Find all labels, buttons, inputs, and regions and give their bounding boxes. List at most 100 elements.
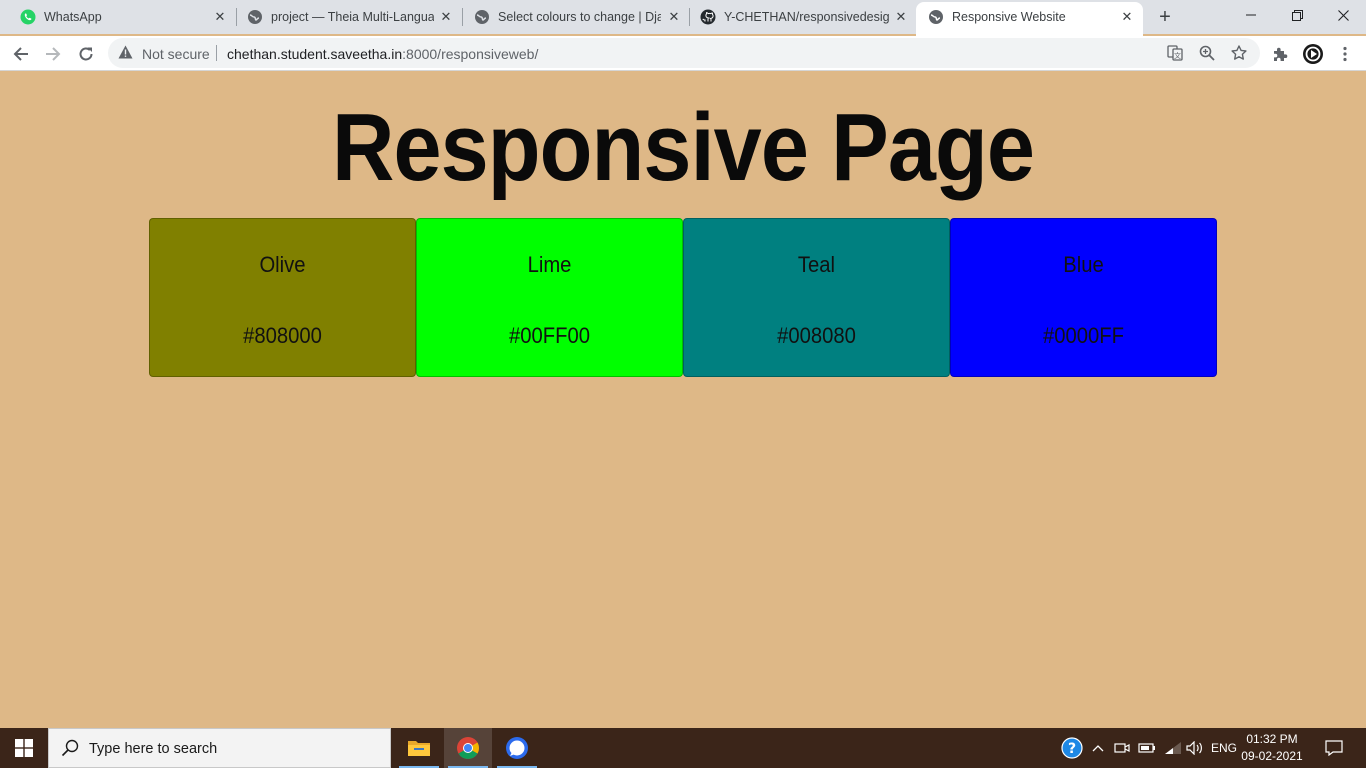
- close-icon[interactable]: ✕: [665, 8, 683, 26]
- help-icon: ?: [1061, 737, 1083, 759]
- swatch-hex: #808000: [243, 323, 322, 348]
- folder-icon: [408, 741, 430, 756]
- signal-taskbar-button[interactable]: [493, 728, 541, 768]
- menu-button[interactable]: [1331, 40, 1359, 68]
- swatch-hex: #00FF00: [508, 323, 591, 348]
- volume-button[interactable]: [1184, 728, 1206, 768]
- url-path: :8000/responsiveweb/: [402, 46, 539, 62]
- reload-icon: [79, 47, 93, 61]
- meet-now-button[interactable]: [1112, 728, 1132, 768]
- svg-text:?: ?: [1068, 741, 1076, 757]
- url-text[interactable]: chethan.student.saveetha.in:8000/respons…: [227, 46, 538, 62]
- restore-button[interactable]: [1274, 0, 1320, 30]
- tab-title: Select colours to change | Djan: [498, 10, 661, 24]
- reload-button[interactable]: [72, 40, 100, 68]
- new-tab-button[interactable]: +: [1154, 6, 1176, 28]
- clock-date: 09-02-2021: [1241, 749, 1303, 763]
- clock-time: 01:32 PM: [1246, 732, 1298, 746]
- speaker-icon: [1186, 741, 1202, 755]
- zoom-icon[interactable]: [1198, 44, 1216, 62]
- swatch-hex: #008080: [777, 323, 856, 348]
- file-explorer-button[interactable]: [395, 728, 443, 768]
- more-vert-icon: [1343, 46, 1347, 62]
- language-label: ENG: [1210, 741, 1237, 755]
- translate-icon[interactable]: 文: [1166, 44, 1184, 62]
- search-icon: [61, 739, 79, 762]
- chrome-icon: [457, 737, 479, 759]
- swatch-name: Lime: [527, 252, 572, 277]
- whatsapp-icon: [20, 9, 36, 25]
- back-arrow-icon: [13, 47, 28, 61]
- chat-bubble-icon: [506, 737, 528, 759]
- globe-icon: [928, 9, 944, 25]
- wifi-icon: [1165, 742, 1181, 754]
- tab-django-colours[interactable]: Select colours to change | Djan ✕: [462, 0, 689, 34]
- language-indicator[interactable]: ENG: [1208, 728, 1240, 768]
- minimize-icon: [1246, 14, 1256, 16]
- url-host: chethan.student.saveetha.in: [227, 46, 403, 62]
- wifi-button[interactable]: [1162, 728, 1184, 768]
- profile-button[interactable]: [1299, 40, 1327, 68]
- battery-icon: [1138, 743, 1155, 753]
- back-button[interactable]: [7, 40, 35, 68]
- close-icon[interactable]: ✕: [437, 8, 455, 26]
- help-tray-button[interactable]: ?: [1060, 728, 1084, 768]
- forward-button[interactable]: [39, 40, 67, 68]
- close-window-button[interactable]: [1320, 0, 1366, 30]
- page-content: Responsive Page Olive #808000 Lime #00FF…: [0, 71, 1366, 728]
- taskbar-search-box[interactable]: Type here to search: [48, 728, 391, 768]
- tab-title: WhatsApp: [44, 10, 102, 24]
- battery-button[interactable]: [1136, 728, 1158, 768]
- warning-icon[interactable]: [118, 45, 133, 64]
- github-icon: [700, 9, 716, 25]
- start-button[interactable]: [0, 728, 48, 768]
- forward-arrow-icon: [46, 47, 61, 61]
- tab-whatsapp[interactable]: WhatsApp ✕: [0, 0, 236, 34]
- notification-icon: [1325, 740, 1343, 756]
- swatch-name: Olive: [259, 252, 306, 277]
- minimize-button[interactable]: [1228, 0, 1274, 30]
- swatch-blue: Blue #0000FF: [950, 218, 1217, 377]
- tab-title: project — Theia Multi-Languag: [271, 10, 434, 24]
- svg-text:文: 文: [1174, 51, 1181, 60]
- page-title: Responsive Page: [331, 94, 1035, 201]
- swatch-teal: Teal #008080: [683, 218, 950, 377]
- tab-title: Y-CHETHAN/responsivedesign: [724, 10, 889, 24]
- chrome-taskbar-button[interactable]: [444, 728, 492, 768]
- windows-logo-icon: [15, 739, 33, 757]
- browser-toolbar: Not secure chethan.student.saveetha.in:8…: [0, 36, 1366, 71]
- tab-title: Responsive Website: [952, 10, 1066, 24]
- tab-strip: WhatsApp ✕ project — Theia Multi-Languag…: [0, 0, 1366, 36]
- camera-icon: [1114, 743, 1130, 753]
- windows-taskbar: Type here to search ? ENG 01:32 PM 09-02…: [0, 728, 1366, 768]
- security-status[interactable]: Not secure: [142, 46, 210, 62]
- swatch-hex: #0000FF: [1042, 323, 1125, 348]
- divider: [216, 45, 217, 61]
- show-hidden-icons-button[interactable]: [1088, 728, 1108, 768]
- clock[interactable]: 01:32 PM 09-02-2021: [1240, 731, 1304, 765]
- swatch-olive: Olive #808000: [149, 218, 416, 377]
- plus-icon: +: [1159, 5, 1171, 28]
- close-icon[interactable]: ✕: [892, 8, 910, 26]
- swatch-name: Blue: [1063, 252, 1104, 277]
- color-swatch-row: Olive #808000 Lime #00FF00 Teal #008080 …: [149, 218, 1217, 377]
- avatar: [1303, 44, 1323, 64]
- tab-responsive-website[interactable]: Responsive Website ✕: [916, 2, 1143, 36]
- action-center-button[interactable]: [1320, 728, 1348, 768]
- puzzle-icon: [1274, 47, 1288, 61]
- extensions-button[interactable]: [1266, 40, 1294, 68]
- swatch-lime: Lime #00FF00: [416, 218, 683, 377]
- globe-icon: [247, 9, 263, 25]
- restore-icon: [1291, 9, 1303, 21]
- tab-theia-project[interactable]: project — Theia Multi-Languag ✕: [236, 0, 462, 34]
- close-icon[interactable]: ✕: [211, 8, 229, 26]
- address-bar[interactable]: Not secure chethan.student.saveetha.in:8…: [108, 38, 1260, 68]
- search-placeholder: Type here to search: [89, 741, 218, 757]
- close-icon: [1337, 9, 1349, 21]
- chevron-up-icon: [1092, 745, 1104, 752]
- close-icon[interactable]: ✕: [1118, 8, 1136, 26]
- globe-icon: [474, 9, 490, 25]
- tab-github-repo[interactable]: Y-CHETHAN/responsivedesign ✕: [689, 0, 916, 34]
- swatch-name: Teal: [797, 252, 836, 277]
- bookmark-star-icon[interactable]: [1230, 44, 1248, 62]
